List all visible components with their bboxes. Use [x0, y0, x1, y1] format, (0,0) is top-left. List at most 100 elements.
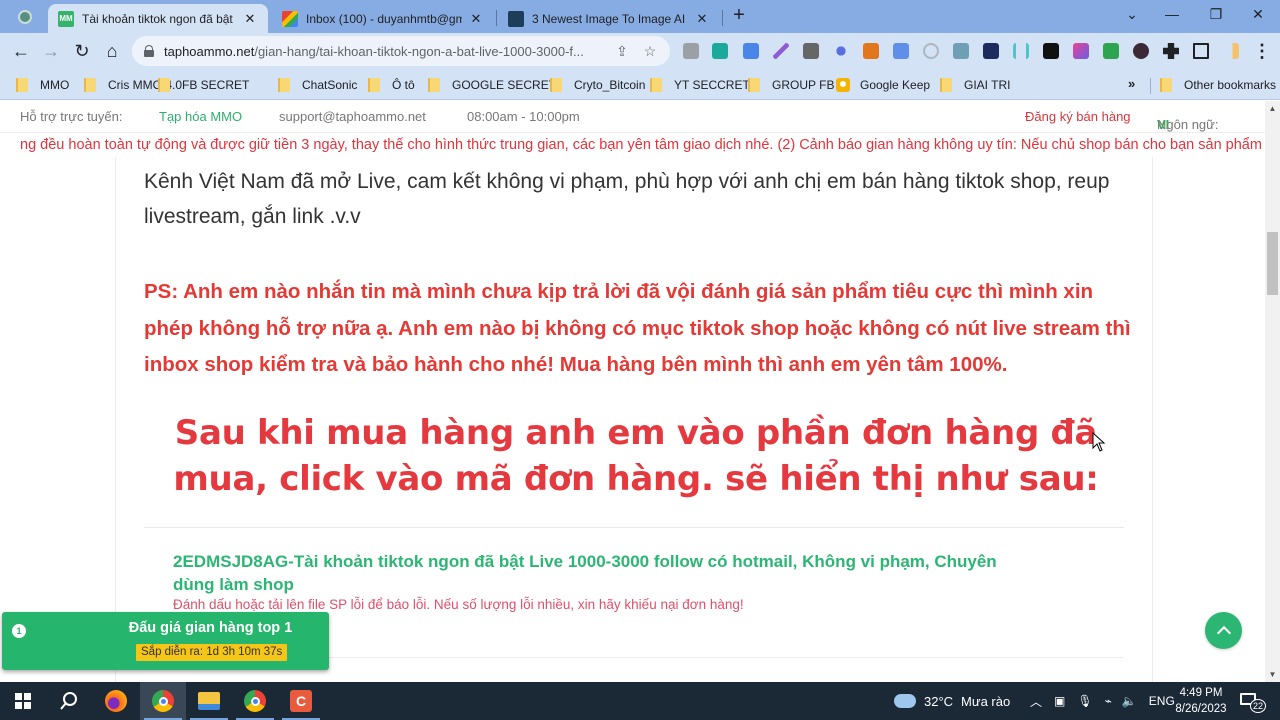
folder-icon — [368, 78, 380, 92]
register-seller-link[interactable]: Đăng ký bán hàng — [1025, 109, 1131, 124]
ps-note: PS: Anh em nào nhắn tin mà mình chưa kịp… — [144, 280, 1131, 376]
profile-extension-icon[interactable] — [1223, 43, 1239, 59]
divider — [144, 527, 1124, 528]
bookmark-fb-secret[interactable]: FB SECRET — [158, 76, 249, 94]
auction-toast[interactable]: 1 Đấu giá gian hàng top 1 Sắp diễn ra: 1… — [2, 612, 329, 670]
checkmark-extension-icon[interactable] — [712, 43, 728, 59]
product-description: Kênh Việt Nam đã mở Live, cam kết không … — [144, 170, 1110, 228]
bookmark-yt-seccret[interactable]: YT SECCRET — [650, 76, 750, 94]
support-hours: 08:00am - 10:00pm — [467, 109, 580, 124]
robot-extension-icon[interactable] — [1103, 43, 1119, 59]
clock-time: 4:49 PM — [1179, 687, 1223, 699]
globe-extension-icon[interactable] — [983, 43, 999, 59]
scrollbar-thumb[interactable] — [1267, 232, 1278, 295]
close-tab-icon[interactable]: ✕ — [468, 11, 484, 27]
url-text[interactable]: taphoammo.net/gian-hang/tai-khoan-tiktok… — [164, 44, 604, 59]
translate-extension-icon[interactable] — [743, 43, 759, 59]
notification-center-button[interactable]: 22 — [1240, 682, 1266, 720]
lock-icon[interactable] — [144, 45, 154, 57]
battery-plug-icon[interactable]: ⌁ — [1105, 694, 1112, 708]
google-translate-extension-icon[interactable] — [893, 43, 909, 59]
bookmark-google-secret[interactable]: GOOGLE SECRET — [428, 76, 556, 94]
tab-search-dropdown-icon[interactable]: ⌄ — [1112, 2, 1152, 26]
taskbar-chrome-profile[interactable] — [232, 682, 278, 720]
support-email[interactable]: support@taphoammo.net — [279, 109, 426, 124]
bookmark-chatsonic[interactable]: ChatSonic — [278, 76, 357, 94]
bookmark-star-icon[interactable]: ☆ — [640, 43, 660, 60]
audio-wave-extension-icon[interactable] — [1013, 43, 1029, 59]
taskbar-file-explorer[interactable] — [186, 682, 232, 720]
start-button[interactable] — [0, 682, 46, 720]
forward-button[interactable]: → — [39, 39, 63, 63]
openai-extension-icon[interactable] — [1043, 43, 1059, 59]
tab-separator — [496, 10, 497, 26]
more-bookmarks-button[interactable]: » — [1128, 76, 1135, 91]
shield-extension-icon[interactable] — [923, 43, 939, 59]
metamask-extension-icon[interactable] — [863, 43, 879, 59]
restore-button[interactable]: ❐ — [1196, 2, 1236, 26]
bookmark-cryto-bitcoin[interactable]: Cryto_Bitcoin — [550, 76, 645, 94]
home-button[interactable]: ⌂ — [100, 39, 124, 63]
back-button[interactable]: ← — [9, 39, 33, 63]
qr-code-extension-icon[interactable] — [803, 43, 819, 59]
scroll-up-arrow-icon[interactable]: ▲ — [1265, 101, 1280, 116]
new-tab-button[interactable]: + — [728, 4, 750, 28]
browser-toolbar: ← → ↻ ⌂ taphoammo.net/gian-hang/tai-khoa… — [0, 33, 1280, 70]
chrome-icon — [244, 690, 266, 712]
tab-taphoammo[interactable]: MM Tài khoản tiktok ngon đã bật Live ✕ — [48, 4, 268, 33]
minimize-button[interactable]: — — [1152, 2, 1192, 26]
tab-image-ai[interactable]: 3 Newest Image To Image AI too ✕ — [498, 4, 720, 33]
search-button[interactable] — [46, 682, 92, 720]
sparkle-extension-icon[interactable] — [833, 43, 849, 59]
bookmark-google-keep[interactable]: Google Keep — [836, 76, 930, 94]
side-panel-icon[interactable] — [1193, 43, 1209, 59]
chrome-menu-icon[interactable]: ⋮ — [1250, 39, 1274, 63]
volume-icon[interactable]: 🔈 — [1122, 694, 1137, 708]
meet-now-icon[interactable]: ▣ — [1054, 694, 1065, 708]
dev-tools-extension-icon[interactable] — [683, 43, 699, 59]
bookmark-giai-tri[interactable]: GIAI TRI — [940, 76, 1010, 94]
firefox-icon — [105, 690, 127, 712]
other-bookmarks[interactable]: Other bookmarks — [1160, 76, 1276, 94]
video-extension-icon[interactable] — [953, 43, 969, 59]
extensions-puzzle-icon[interactable] — [1163, 43, 1179, 59]
weather-widget[interactable]: 32°C Mưa rào — [894, 682, 1010, 720]
page-scrollbar[interactable]: ▲ ▼ — [1265, 101, 1280, 682]
reload-button[interactable]: ↻ — [70, 39, 94, 63]
close-tab-icon[interactable]: ✕ — [242, 11, 258, 27]
top-info-bar: Hỗ trợ trực tuyến: Tạp hóa MMO support@t… — [0, 101, 1265, 133]
bookmark-mmo[interactable]: MMO — [16, 76, 69, 94]
folder-icon — [84, 78, 96, 92]
folder-icon — [198, 692, 220, 710]
tab-title: 3 Newest Image To Image AI too — [532, 11, 688, 26]
maker-extension-icon[interactable] — [1073, 43, 1089, 59]
tab-gmail[interactable]: Inbox (100) - duyanhmtb@gmail ✕ — [272, 4, 494, 33]
folder-icon — [1160, 78, 1172, 92]
k-extension-icon[interactable] — [1133, 43, 1149, 59]
support-label: Hỗ trợ trực tuyến: — [20, 109, 123, 124]
tab-chatgpt[interactable] — [14, 6, 36, 28]
taskbar-firefox[interactable] — [93, 682, 139, 720]
weather-desc: Mưa rào — [961, 693, 1011, 709]
feather-extension-icon[interactable] — [773, 43, 789, 59]
scroll-down-arrow-icon[interactable]: ▼ — [1265, 667, 1280, 682]
tab-title: Inbox (100) - duyanhmtb@gmail — [306, 11, 462, 26]
taskbar-chrome[interactable] — [140, 682, 186, 720]
system-clock[interactable]: 4:49 PM 8/26/2023 — [1166, 685, 1236, 717]
show-hidden-icons-chevron-icon[interactable]: ︿ — [1030, 693, 1042, 710]
shop-name-link[interactable]: Tạp hóa MMO — [159, 109, 242, 124]
bookmark-o-to[interactable]: Ô tô — [368, 76, 415, 94]
microphone-icon[interactable]: 🎙 — [1077, 694, 1092, 708]
close-window-button[interactable]: ✕ — [1238, 2, 1278, 26]
address-bar[interactable]: taphoammo.net/gian-hang/tai-khoan-tiktok… — [132, 36, 670, 66]
scroll-to-top-button[interactable] — [1205, 612, 1242, 649]
taskbar-camtasia[interactable]: C — [278, 682, 324, 720]
browser-tab-strip: MM Tài khoản tiktok ngon đã bật Live ✕ I… — [0, 0, 1280, 33]
close-tab-icon[interactable]: ✕ — [694, 11, 710, 27]
bookmark-group-fb[interactable]: GROUP FB — [748, 76, 834, 94]
folder-icon — [278, 78, 290, 92]
chatgpt-icon — [18, 10, 32, 24]
share-icon[interactable]: ⇪ — [612, 43, 632, 60]
folder-icon — [550, 78, 562, 92]
announcement-marquee: ng đều hoàn toàn tự động và được giữ tiề… — [20, 137, 1262, 153]
